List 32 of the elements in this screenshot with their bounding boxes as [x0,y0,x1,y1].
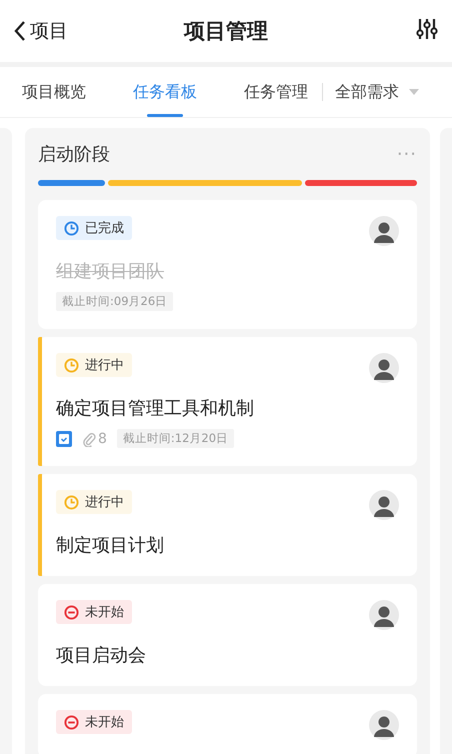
tab[interactable]: 任务看板 [133,67,197,117]
deadline-tag: 截止时间:12月20日 [116,429,234,448]
requirements-dropdown[interactable]: 全部需求 [335,67,419,117]
avatar-icon [369,490,399,520]
task-card[interactable]: 已完成 组建项目团队 截止时间:09月26日 [38,200,417,329]
status-badge: 未开始 [56,600,132,624]
task-title: 项目启动会 [56,644,147,668]
paperclip-icon [82,430,96,446]
column-title: 启动阶段 [38,143,110,166]
status-badge: 未开始 [56,710,132,734]
tab[interactable]: 任务管理 [244,67,308,117]
task-title: 组建项目团队 [56,260,165,284]
back-icon [14,20,26,42]
avatar-icon [369,216,399,246]
avatar-icon [369,353,399,383]
task-card[interactable]: 未开始 项目启动会 [38,584,417,686]
avatar-icon [369,600,399,630]
status-badge: 进行中 [56,353,132,377]
task-card[interactable]: 未开始 [38,694,417,754]
status-badge: 已完成 [56,216,132,240]
page-title: 项目管理 [184,18,268,45]
tab[interactable]: 项目概览 [22,67,86,117]
task-card[interactable]: 进行中 制定项目计划 [38,474,417,576]
back-button[interactable]: 项目 [14,18,68,44]
caret-icon [409,89,419,95]
task-title: 制定项目计划 [56,534,165,558]
attachment-count: 8 [98,430,107,446]
deadline-tag: 截止时间:09月26日 [56,292,174,311]
status-badge: 进行中 [56,490,132,514]
task-card[interactable]: 进行中 确定项目管理工具和机制 8 截止时间:12月20日 [38,337,417,466]
avatar-icon [369,710,399,740]
task-title: 确定项目管理工具和机制 [56,397,255,421]
